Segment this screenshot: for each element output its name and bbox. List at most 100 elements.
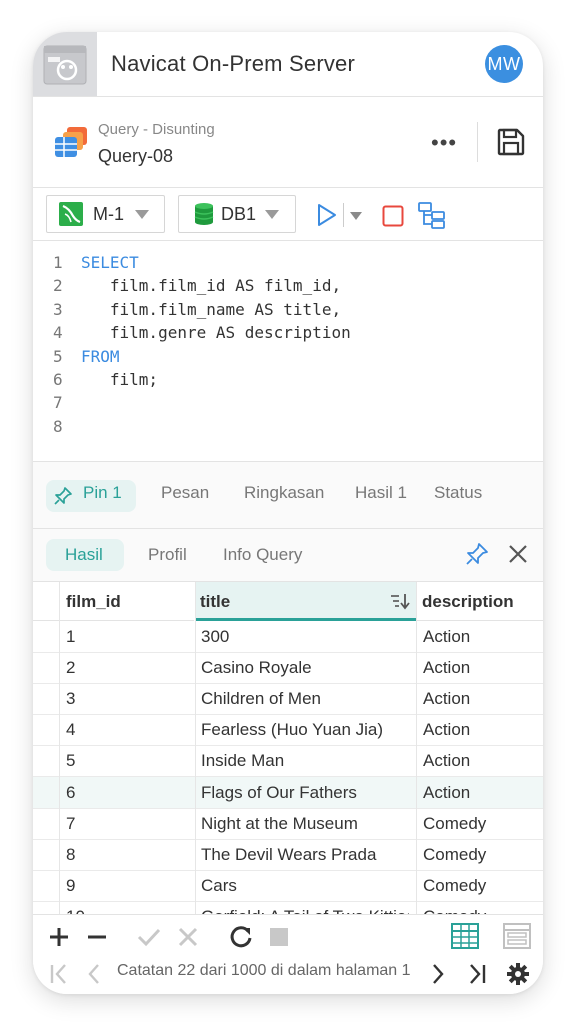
code-line[interactable]: 3 film.film_name AS title, bbox=[33, 300, 543, 323]
code-line[interactable]: 5 FROM bbox=[33, 347, 543, 370]
column-header-film-id[interactable]: film_id bbox=[59, 582, 194, 621]
tab-result[interactable]: Hasil bbox=[65, 545, 103, 565]
column-header-description[interactable]: description bbox=[417, 582, 543, 621]
more-options-icon[interactable]: ••• bbox=[431, 132, 457, 154]
code-line[interactable]: 4 film.genre AS description bbox=[33, 323, 543, 346]
refresh-icon[interactable] bbox=[229, 925, 253, 949]
code-line[interactable]: 7 bbox=[33, 393, 543, 416]
tab-pin-1[interactable]: Pin 1 bbox=[83, 483, 122, 503]
table-cell[interactable]: Flags of Our Fathers bbox=[201, 783, 409, 803]
table-cell[interactable]: Casino Royale bbox=[201, 658, 409, 678]
table-cell[interactable]: Action bbox=[423, 627, 541, 647]
result-sub-tabs: Hasil Profil Info Query bbox=[33, 529, 543, 582]
sql-text: film.genre AS description bbox=[81, 323, 351, 343]
table-cell[interactable]: Action bbox=[423, 720, 541, 740]
table-row[interactable]: 5 Inside Man Action bbox=[33, 745, 543, 778]
table-cell[interactable]: Fearless (Huo Yuan Jia) bbox=[201, 720, 409, 740]
form-view-icon[interactable] bbox=[503, 922, 531, 950]
table-row[interactable]: 1 300 Action bbox=[33, 621, 543, 653]
table-cell[interactable]: 6 bbox=[66, 783, 191, 803]
pin-icon[interactable] bbox=[465, 542, 489, 566]
table-cell[interactable]: 4 bbox=[66, 720, 191, 740]
table-row[interactable]: 6 Flags of Our Fathers Action bbox=[33, 776, 543, 809]
run-options-chevron-icon[interactable] bbox=[350, 212, 362, 220]
column-divider bbox=[59, 582, 60, 914]
table-cell[interactable]: Garfield: A Tail of Two Kitties bbox=[201, 907, 409, 914]
save-icon[interactable] bbox=[496, 127, 526, 157]
query-toolbar: M-1 DB1 bbox=[33, 188, 543, 241]
delete-row-icon[interactable] bbox=[86, 926, 108, 948]
grid-view-icon[interactable] bbox=[451, 922, 479, 950]
next-page-icon[interactable] bbox=[430, 963, 446, 985]
user-avatar[interactable]: MW bbox=[485, 45, 523, 83]
column-header-title[interactable]: title bbox=[195, 582, 416, 621]
table-cell[interactable]: Comedy bbox=[423, 814, 541, 834]
table-cell[interactable]: Comedy bbox=[423, 876, 541, 896]
table-cell[interactable]: 8 bbox=[66, 845, 191, 865]
code-text: film; bbox=[81, 370, 158, 389]
stop-icon bbox=[270, 928, 288, 946]
line-number: 4 bbox=[53, 323, 63, 343]
table-cell[interactable]: 5 bbox=[66, 751, 191, 771]
table-cell[interactable]: Comedy bbox=[423, 845, 541, 865]
database-select[interactable]: DB1 bbox=[178, 195, 296, 233]
tab-status[interactable]: Status bbox=[434, 483, 482, 503]
table-row[interactable]: 10 Garfield: A Tail of Two Kitties Comedy bbox=[33, 901, 543, 914]
connection-select[interactable]: M-1 bbox=[46, 195, 165, 233]
table-cell[interactable]: 3 bbox=[66, 689, 191, 709]
table-cell[interactable]: 300 bbox=[201, 627, 409, 647]
table-cell[interactable]: The Devil Wears Prada bbox=[201, 845, 409, 865]
table-cell[interactable]: 10 bbox=[66, 907, 191, 914]
table-cell[interactable]: Action bbox=[423, 689, 541, 709]
stop-icon[interactable] bbox=[382, 205, 404, 227]
sql-text: film.film_name AS title, bbox=[81, 299, 342, 319]
tab-summary[interactable]: Ringkasan bbox=[244, 483, 324, 503]
add-row-icon[interactable] bbox=[48, 926, 70, 948]
tab-message[interactable]: Pesan bbox=[161, 483, 209, 503]
code-line[interactable]: 1 SELECT bbox=[33, 253, 543, 276]
line-number: 6 bbox=[53, 370, 63, 389]
sql-keyword: FROM bbox=[81, 346, 120, 366]
table-row[interactable]: 9 Cars Comedy bbox=[33, 870, 543, 902]
code-line[interactable]: 6 film; bbox=[33, 370, 543, 393]
table-cell[interactable]: Night at the Museum bbox=[201, 814, 409, 834]
last-page-icon[interactable] bbox=[467, 963, 487, 985]
table-row[interactable]: 8 The Devil Wears Prada Comedy bbox=[33, 839, 543, 871]
table-cell[interactable]: Cars bbox=[201, 876, 409, 896]
tab-profile[interactable]: Profil bbox=[148, 545, 187, 565]
table-cell[interactable]: Inside Man bbox=[201, 751, 409, 771]
first-page-icon bbox=[50, 964, 66, 984]
table-cell[interactable]: 9 bbox=[66, 876, 191, 896]
table-row[interactable]: 2 Casino Royale Action bbox=[33, 652, 543, 685]
query-header: Query - Disunting Query-08 ••• bbox=[33, 97, 543, 188]
column-divider bbox=[416, 582, 417, 914]
code-line[interactable]: 2 film.film_id AS film_id, bbox=[33, 276, 543, 299]
table-cell[interactable]: Children of Men bbox=[201, 689, 409, 709]
pagination-text: Catatan 22 dari 1000 di dalam halaman 1 bbox=[117, 962, 411, 979]
divider bbox=[343, 203, 344, 227]
table-cell[interactable]: 1 bbox=[66, 627, 191, 647]
settings-gear-icon[interactable] bbox=[506, 962, 530, 986]
table-cell[interactable]: 7 bbox=[66, 814, 191, 834]
sort-descending-icon[interactable] bbox=[389, 592, 411, 610]
table-cell[interactable]: Action bbox=[423, 751, 541, 771]
table-cell[interactable]: Comedy bbox=[423, 907, 541, 914]
sql-editor[interactable]: 1 SELECT 2 film.film_id AS film_id, 3 film.… bbox=[33, 241, 543, 462]
close-icon[interactable] bbox=[507, 543, 529, 565]
table-cell[interactable]: Action bbox=[423, 658, 541, 678]
table-row[interactable]: 7 Night at the Museum Comedy bbox=[33, 808, 543, 840]
tab-query-info[interactable]: Info Query bbox=[223, 545, 302, 565]
column-divider bbox=[195, 582, 196, 914]
tab-result-1[interactable]: Hasil 1 bbox=[355, 483, 407, 503]
app-logo-icon bbox=[33, 32, 97, 96]
explain-icon[interactable] bbox=[418, 201, 446, 229]
table-row[interactable]: 4 Fearless (Huo Yuan Jia) Action bbox=[33, 714, 543, 747]
table-cell[interactable]: Action bbox=[423, 783, 541, 803]
discard-icon bbox=[178, 927, 198, 947]
code-line[interactable]: 8 bbox=[33, 417, 543, 440]
run-icon[interactable] bbox=[317, 203, 337, 227]
table-cell[interactable]: 2 bbox=[66, 658, 191, 678]
table-row[interactable]: 3 Children of Men Action bbox=[33, 683, 543, 716]
query-status: Query - Disunting bbox=[98, 121, 215, 138]
line-number: 2 bbox=[53, 276, 63, 296]
